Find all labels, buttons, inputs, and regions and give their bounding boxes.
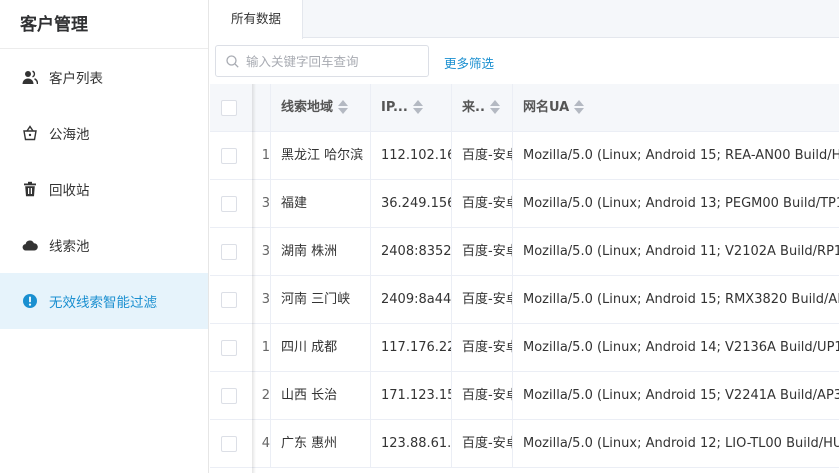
row-source: 百度-安卓 xyxy=(451,276,512,324)
sidebar-item-customer-list[interactable]: 客户列表 xyxy=(0,49,208,105)
row-ip: 112.102.163 xyxy=(370,132,451,180)
header-label: 线索地域 xyxy=(281,100,334,115)
row-ua: Mozilla/5.0 (Linux; Android 12; LIO-TL00… xyxy=(512,420,839,468)
row-region: 河南 三门峡 xyxy=(270,276,370,324)
header-index-cell xyxy=(252,84,270,132)
header-checkbox-cell xyxy=(210,84,252,132)
row-checkbox[interactable] xyxy=(221,292,237,308)
alert-circle-icon xyxy=(22,293,38,309)
row-index: 4 xyxy=(261,436,270,451)
row-ua: Mozilla/5.0 (Linux; Android 14; V2136A B… xyxy=(512,324,839,372)
basket-icon xyxy=(22,125,38,141)
row-checkbox-cell xyxy=(210,132,252,180)
search-box xyxy=(215,45,429,77)
row-source: 百度-安卓 xyxy=(451,180,512,228)
row-source: 百度-安卓 xyxy=(451,324,512,372)
row-source: 百度-安卓 xyxy=(451,372,512,420)
row-region: 山西 长治 xyxy=(270,372,370,420)
tab-bar: 所有数据 xyxy=(210,0,839,39)
table-row[interactable]: 3 福建 36.249.156. 百度-安卓 Mozilla/5.0 (Linu… xyxy=(210,180,839,228)
more-filters-link[interactable]: 更多筛选 xyxy=(444,53,494,72)
row-ua: Mozilla/5.0 (Linux; Android 15; RMX3820 … xyxy=(512,276,839,324)
row-ip: 171.123.151 xyxy=(370,372,451,420)
sidebar-item-lead-pool[interactable]: 线索池 xyxy=(0,217,208,273)
row-checkbox-cell xyxy=(210,324,252,372)
row-checkbox[interactable] xyxy=(221,436,237,452)
row-region: 湖南 株洲 xyxy=(270,228,370,276)
row-ip: 36.249.156. xyxy=(370,180,451,228)
row-index: 3 xyxy=(261,244,270,259)
row-source: 百度-安卓 xyxy=(451,132,512,180)
header-ip[interactable]: IP... xyxy=(370,84,451,132)
row-index: 3 xyxy=(261,292,270,307)
row-checkbox-cell xyxy=(210,372,252,420)
sidebar-item-public-pool[interactable]: 公海池 xyxy=(0,105,208,161)
row-index: 3 xyxy=(261,196,270,211)
header-region[interactable]: 线索地域 xyxy=(270,84,370,132)
cloud-icon xyxy=(22,237,38,253)
table-row[interactable]: 2 山西 长治 171.123.151 百度-安卓 Mozilla/5.0 (L… xyxy=(210,372,839,420)
data-table: 线索地域 IP... 来.. 网名UA 1 黑龙江 哈尔滨 112.102.16… xyxy=(210,84,839,473)
table-row[interactable]: 3 湖南 株洲 2408:8352: 百度-安卓 Mozilla/5.0 (Li… xyxy=(210,228,839,276)
row-index: 1 xyxy=(261,340,270,355)
row-ua: Mozilla/5.0 (Linux; Android 15; V2241A B… xyxy=(512,372,839,420)
row-checkbox-cell xyxy=(210,420,252,468)
row-region: 黑龙江 哈尔滨 xyxy=(270,132,370,180)
row-region: 福建 xyxy=(270,180,370,228)
tab-all-data[interactable]: 所有数据 xyxy=(210,0,303,39)
row-checkbox[interactable] xyxy=(221,340,237,356)
row-region: 四川 成都 xyxy=(270,324,370,372)
row-ip: 2408:8352: xyxy=(370,228,451,276)
search-input[interactable] xyxy=(246,53,416,69)
row-checkbox[interactable] xyxy=(221,244,237,260)
row-checkbox[interactable] xyxy=(221,388,237,404)
table-row[interactable]: 4 广东 惠州 123.88.61.2 百度-安卓 Mozilla/5.0 (L… xyxy=(210,420,839,468)
search-icon xyxy=(226,54,239,68)
sidebar-item-label: 无效线索智能过滤 xyxy=(49,295,157,311)
table-row[interactable]: 1 黑龙江 哈尔滨 112.102.163 百度-安卓 Mozilla/5.0 … xyxy=(210,132,839,180)
header-source[interactable]: 来.. xyxy=(451,84,512,132)
table-row[interactable]: 1 四川 成都 117.176.220 百度-安卓 Mozilla/5.0 (L… xyxy=(210,324,839,372)
sort-icon[interactable] xyxy=(574,99,585,115)
sidebar-item-label: 线索池 xyxy=(49,239,90,255)
row-ua: Mozilla/5.0 (Linux; Android 11; V2102A B… xyxy=(512,228,839,276)
row-checkbox-cell xyxy=(210,228,252,276)
sort-icon[interactable] xyxy=(489,99,500,115)
row-ua: Mozilla/5.0 (Linux; Android 15; REA-AN00… xyxy=(512,132,839,180)
sort-icon[interactable] xyxy=(412,99,423,115)
row-region: 广东 惠州 xyxy=(270,420,370,468)
header-ua[interactable]: 网名UA xyxy=(512,84,839,132)
header-label: 来.. xyxy=(462,100,485,115)
sidebar-item-recycle-bin[interactable]: 回收站 xyxy=(0,161,208,217)
sidebar-item-invalid-lead-filter[interactable]: 无效线索智能过滤 xyxy=(0,273,208,329)
sidebar-item-label: 公海池 xyxy=(49,127,90,143)
users-icon xyxy=(22,69,38,85)
sidebar-item-label: 回收站 xyxy=(49,183,90,199)
main-content: 所有数据 更多筛选 线索地域 IP... 来.. 网名UA 1 黑龙江 哈尔滨 … xyxy=(210,0,839,473)
row-index: 1 xyxy=(261,148,270,163)
row-ip: 2409:8a44: xyxy=(370,276,451,324)
header-label: IP... xyxy=(381,100,408,115)
row-checkbox-cell xyxy=(210,180,252,228)
row-source: 百度-安卓 xyxy=(451,420,512,468)
trash-icon xyxy=(22,181,38,197)
row-checkbox[interactable] xyxy=(221,148,237,164)
header-label: 网名UA xyxy=(523,100,570,115)
sidebar-item-label: 客户列表 xyxy=(49,71,103,87)
row-ip: 123.88.61.2 xyxy=(370,420,451,468)
row-index: 2 xyxy=(261,388,270,403)
row-checkbox[interactable] xyxy=(221,196,237,212)
sidebar-title: 客户管理 xyxy=(0,0,208,49)
row-ip: 117.176.220 xyxy=(370,324,451,372)
sidebar: 客户管理 客户列表 公海池 回收站 线索池 无效线索智能过滤 xyxy=(0,0,209,473)
table-header-row: 线索地域 IP... 来.. 网名UA xyxy=(210,84,839,132)
select-all-checkbox[interactable] xyxy=(221,100,237,116)
table-row[interactable]: 3 河南 三门峡 2409:8a44: 百度-安卓 Mozilla/5.0 (L… xyxy=(210,276,839,324)
row-source: 百度-安卓 xyxy=(451,228,512,276)
row-checkbox-cell xyxy=(210,276,252,324)
row-ua: Mozilla/5.0 (Linux; Android 13; PEGM00 B… xyxy=(512,180,839,228)
sort-icon[interactable] xyxy=(338,99,349,115)
